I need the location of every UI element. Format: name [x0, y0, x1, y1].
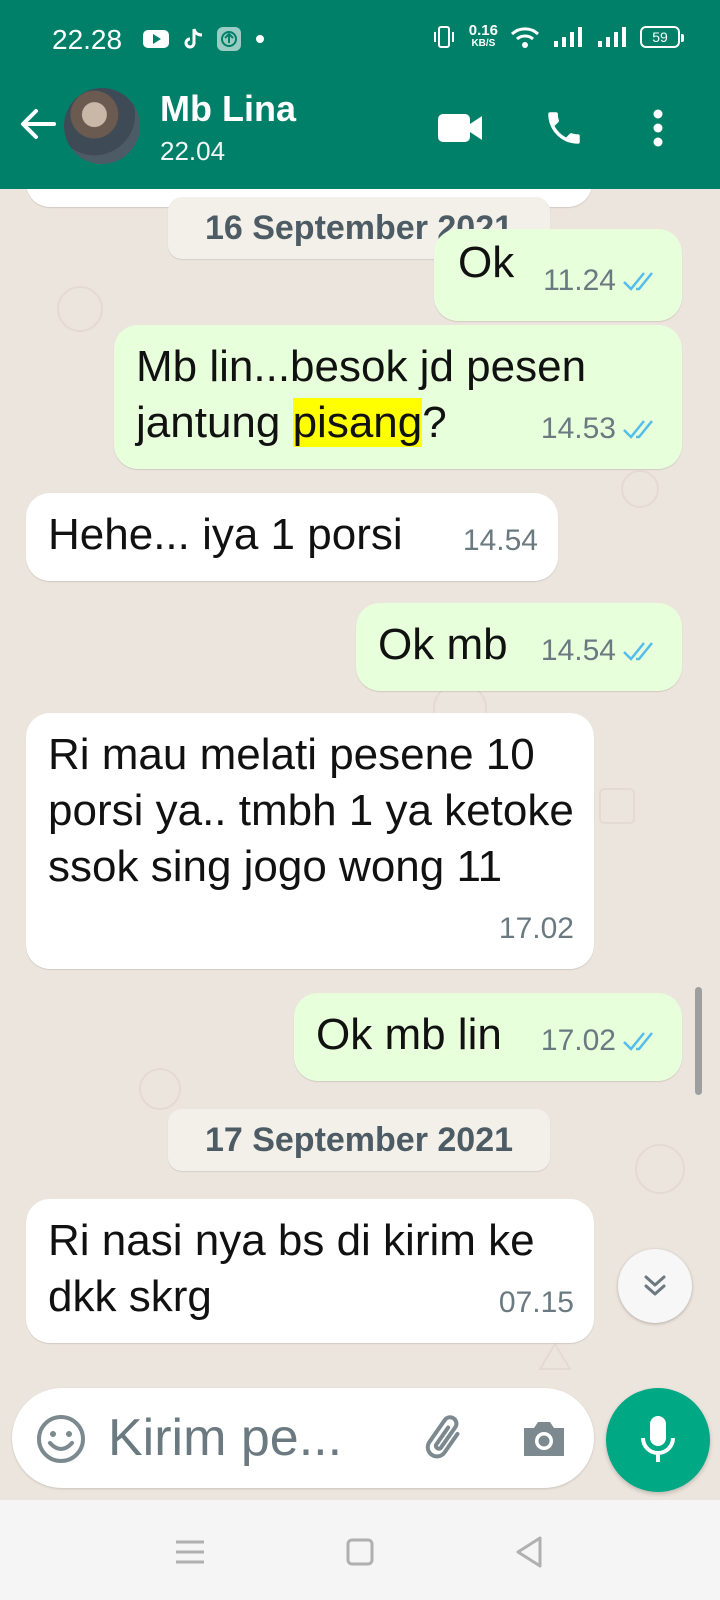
- tiktok-icon: [184, 28, 203, 49]
- signal-icon: [598, 27, 626, 47]
- message-bubble-in[interactable]: Ri mau melati pesene 10 porsi ya.. tmbh …: [26, 713, 594, 969]
- menu-icon[interactable]: [168, 1530, 212, 1574]
- message-text: Ok mb: [378, 620, 508, 669]
- home-icon[interactable]: [338, 1530, 382, 1574]
- search-highlight: pisang: [292, 398, 423, 447]
- upload-app-icon: [217, 27, 241, 51]
- status-bar: 22.28 0.16 KB/S 59: [0, 0, 720, 80]
- microphone-icon: [641, 1416, 675, 1462]
- message-text: Ok: [458, 238, 515, 287]
- message-text: Hehe... iya 1 porsi: [48, 510, 403, 559]
- message-bubble-in[interactable]: Ri nasi nya bs di kirim ke dkk skrg 07.1…: [26, 1199, 594, 1343]
- message-bubble-out[interactable]: Ok mb 14.54: [356, 603, 682, 691]
- message-meta: 14.54: [462, 524, 538, 557]
- message-meta: 14.54: [541, 623, 662, 679]
- message-text: Ri mau melati pesene 10 porsi ya.. tmbh …: [48, 730, 574, 891]
- notification-icons: [142, 26, 266, 52]
- nav-back-icon[interactable]: [508, 1530, 552, 1574]
- message-bubble-in[interactable]: Hehe... iya 1 porsi 14.54: [26, 493, 558, 581]
- net-speed: 0.16 KB/S: [468, 22, 498, 49]
- emoji-icon[interactable]: [34, 1412, 88, 1466]
- scroll-to-bottom-button[interactable]: [618, 1249, 692, 1323]
- message-bubble-out[interactable]: Ok mb lin 17.02: [294, 993, 682, 1081]
- more-options-button[interactable]: [630, 100, 686, 156]
- message-text: Ok mb lin: [316, 1010, 502, 1059]
- back-arrow-icon[interactable]: [16, 102, 60, 146]
- message-bubble-out[interactable]: Mb lin...besok jd pesen jantung pisang? …: [114, 325, 682, 469]
- vibrate-icon: [433, 26, 454, 48]
- more-vert-icon: [653, 109, 663, 147]
- avatar[interactable]: [64, 88, 140, 164]
- message-meta: 11.24: [543, 253, 662, 309]
- message-meta: 14.53: [541, 401, 662, 457]
- read-ticks-icon: [623, 642, 653, 661]
- video-call-icon: [438, 114, 482, 142]
- signal-icon: [554, 27, 582, 47]
- scrollbar-thumb[interactable]: [695, 987, 702, 1095]
- attachment-icon[interactable]: [418, 1410, 474, 1466]
- contact-name[interactable]: Mb Lina: [160, 88, 296, 130]
- read-ticks-icon: [623, 272, 653, 291]
- status-time: 22.28: [52, 24, 123, 55]
- phone-icon: [548, 112, 580, 144]
- video-call-button[interactable]: [432, 100, 488, 156]
- message-input[interactable]: [108, 1406, 398, 1470]
- double-chevron-down-icon: [644, 1275, 666, 1296]
- youtube-icon: [143, 30, 169, 48]
- message-bubble-out[interactable]: Ok 11.24: [434, 229, 682, 321]
- message-composer: [12, 1388, 594, 1488]
- message-meta: 07.15: [498, 1286, 574, 1319]
- last-seen: 22.04: [160, 136, 226, 166]
- message-meta: 17.02: [541, 1013, 662, 1069]
- voice-message-button[interactable]: [606, 1388, 710, 1492]
- wifi-icon: [510, 27, 540, 48]
- voice-call-button[interactable]: [536, 100, 592, 156]
- read-ticks-icon: [623, 420, 653, 439]
- top-bar: 22.28 0.16 KB/S 59 Mb Lina 22.04: [0, 0, 720, 189]
- status-right: 0.16 KB/S 59: [431, 22, 684, 50]
- chat-header: Mb Lina 22.04: [0, 80, 720, 189]
- dot-icon: [256, 35, 264, 43]
- read-ticks-icon: [623, 1032, 653, 1051]
- camera-icon[interactable]: [516, 1410, 572, 1466]
- battery-indicator: 59: [640, 26, 684, 48]
- message-meta: 17.02: [498, 912, 574, 945]
- chat-area[interactable]: 11.21 16 September 2021 Ok 11.24 Mb lin.…: [0, 189, 720, 1500]
- system-navigation-bar: [0, 1500, 720, 1600]
- date-chip: 17 September 2021: [168, 1109, 550, 1171]
